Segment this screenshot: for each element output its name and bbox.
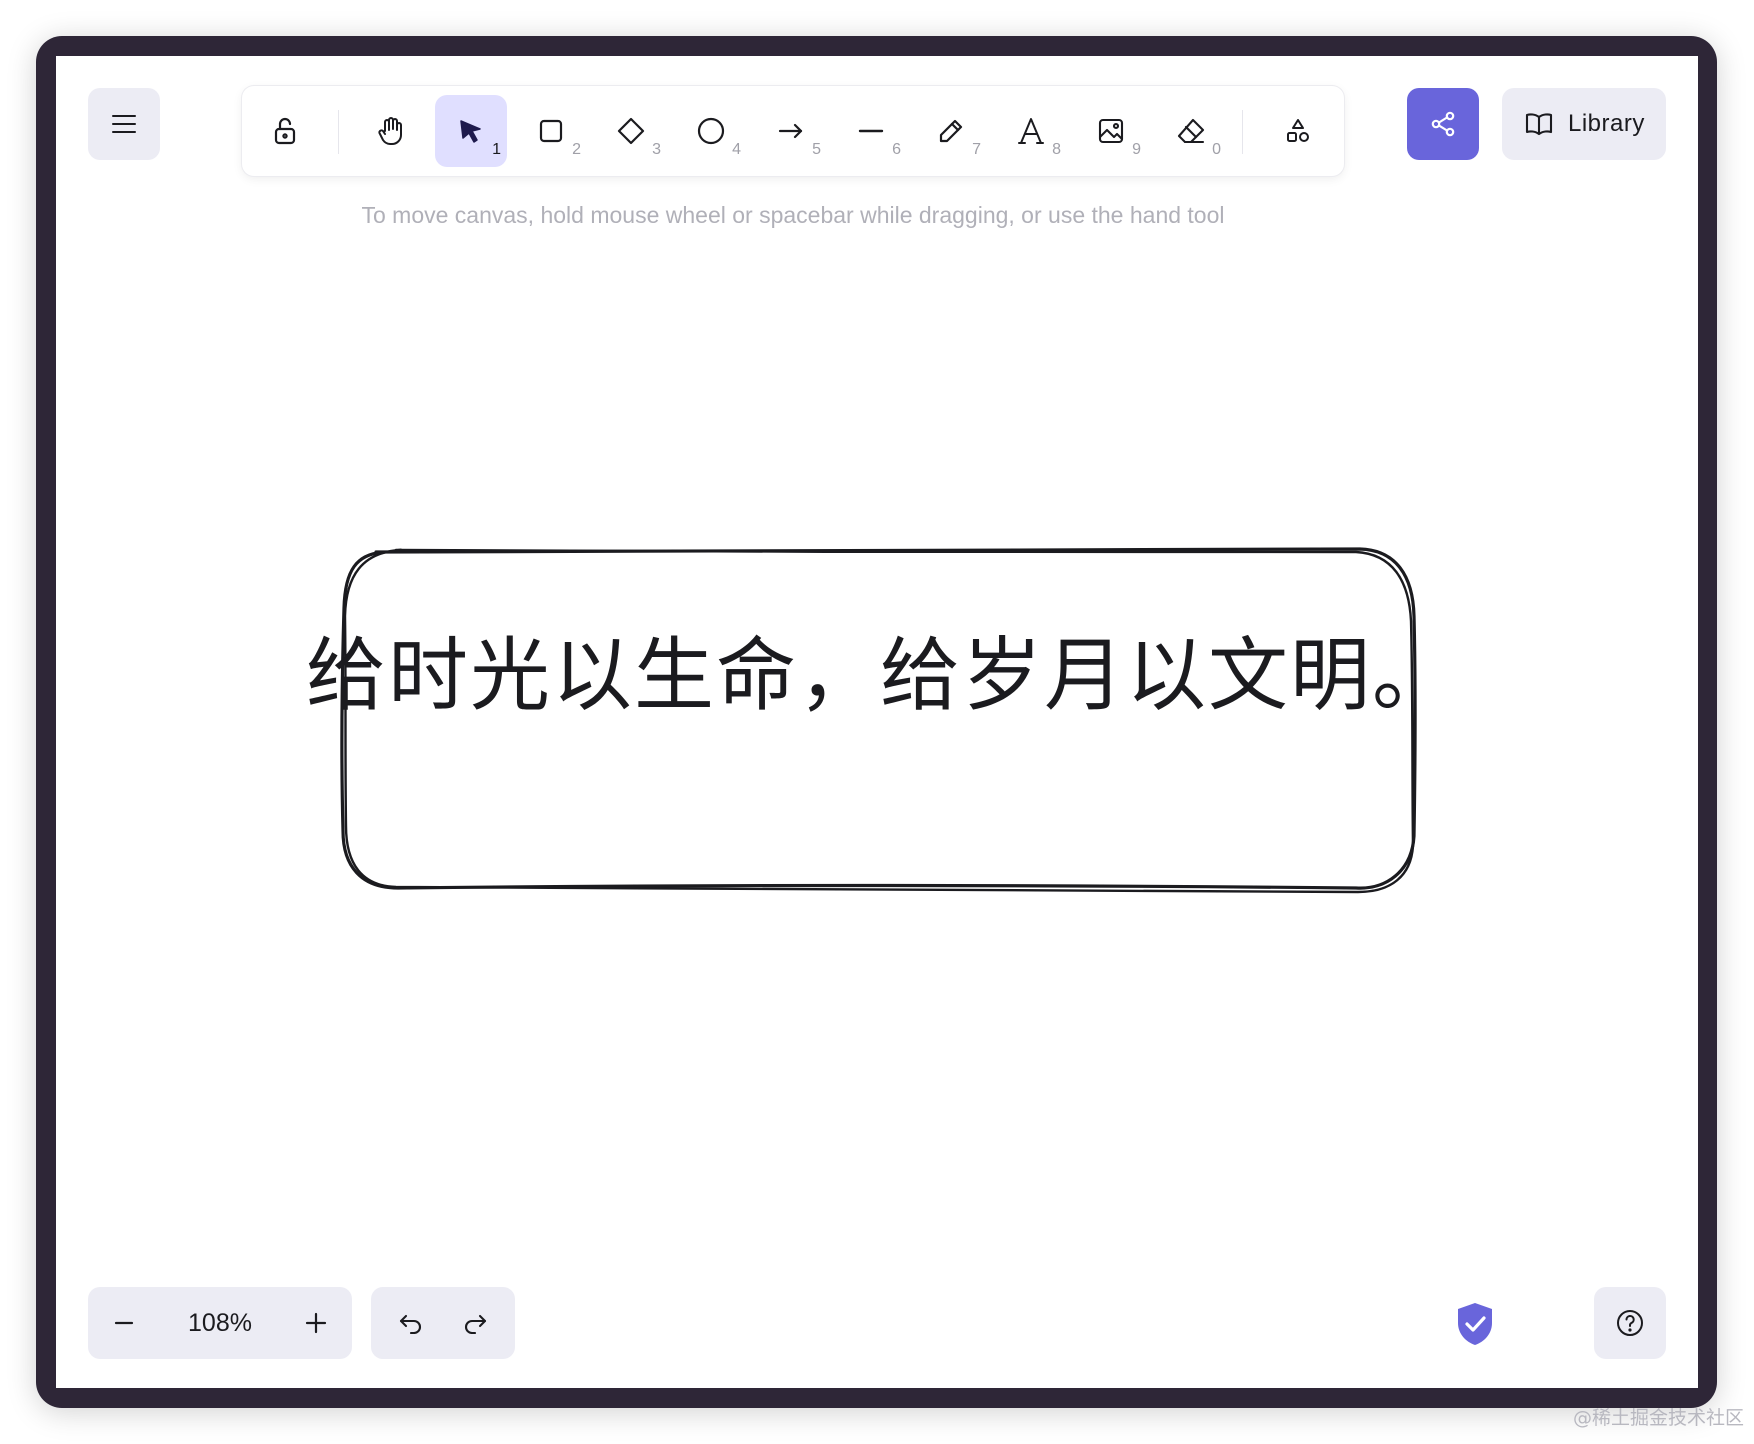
- tool-selection[interactable]: 1: [435, 95, 507, 167]
- image-icon: [1098, 118, 1124, 144]
- tool-draw[interactable]: 7: [915, 95, 987, 167]
- hand-icon: [378, 117, 402, 145]
- tool-shortcut: 1: [492, 141, 501, 158]
- zoom-level[interactable]: 108%: [188, 1309, 252, 1338]
- library-label: Library: [1568, 110, 1645, 137]
- line-icon: [858, 129, 884, 133]
- tool-eraser[interactable]: 0: [1155, 95, 1227, 167]
- tool-text[interactable]: 8: [995, 95, 1067, 167]
- main-menu-button[interactable]: [88, 88, 160, 160]
- undo-button[interactable]: [391, 1303, 431, 1343]
- tool-image[interactable]: 9: [1075, 95, 1147, 167]
- excalidraw-app: 给时光以生命，给岁月以文明。 1 2 3 4 5 6 7 8 9 0 To mo…: [56, 56, 1698, 1388]
- circle-icon: [697, 117, 725, 145]
- diamond-icon: [617, 117, 645, 145]
- watermark: @稀土掘金技术社区: [1572, 1407, 1744, 1429]
- shapes-toolbar: 1 2 3 4 5 6 7 8 9 0: [242, 86, 1344, 176]
- toolbar-separator: [338, 110, 339, 154]
- tool-line[interactable]: 6: [835, 95, 907, 167]
- hamburger-icon: [112, 115, 136, 133]
- canvas-text[interactable]: 给时光以生命，给岁月以文明。: [306, 636, 1506, 716]
- redo-button[interactable]: [455, 1303, 495, 1343]
- help-button[interactable]: [1594, 1287, 1666, 1359]
- tool-ellipse[interactable]: 4: [675, 95, 747, 167]
- tool-shortcut: 4: [732, 141, 741, 158]
- toolbar-separator: [1242, 110, 1243, 154]
- arrow-right-icon: [778, 123, 803, 139]
- minus-icon: [114, 1321, 134, 1325]
- tool-lock[interactable]: [249, 95, 321, 167]
- help-circle-icon: [1617, 1310, 1643, 1336]
- text-icon: [1018, 118, 1044, 144]
- tool-hand[interactable]: [355, 95, 427, 167]
- tool-shortcut: 5: [812, 141, 821, 158]
- history-controls: [371, 1287, 515, 1359]
- tool-shortcut: 3: [652, 141, 661, 158]
- canvas[interactable]: [56, 56, 1698, 1388]
- shapes-icon: [1287, 119, 1309, 142]
- undo-icon: [399, 1314, 422, 1334]
- tool-shortcut: 0: [1212, 141, 1221, 158]
- tool-shortcut: 6: [892, 141, 901, 158]
- tool-rectangle[interactable]: 2: [515, 95, 587, 167]
- share-button[interactable]: [1407, 88, 1479, 160]
- zoom-out-button[interactable]: [104, 1303, 144, 1343]
- redo-icon: [464, 1314, 487, 1334]
- zoom-in-button[interactable]: [296, 1303, 336, 1343]
- canvas-hint: To move canvas, hold mouse wheel or spac…: [361, 202, 1225, 228]
- pencil-icon: [939, 119, 963, 143]
- tool-shortcut: 7: [972, 141, 981, 158]
- tool-arrow[interactable]: 5: [755, 95, 827, 167]
- eraser-icon: [1177, 118, 1205, 144]
- library-button[interactable]: Library: [1502, 88, 1666, 160]
- rectangle-icon: [539, 119, 563, 143]
- plus-icon: [305, 1312, 327, 1334]
- book-icon: [1525, 113, 1553, 136]
- share-icon: [1431, 111, 1455, 137]
- tool-shortcut: 8: [1052, 141, 1061, 158]
- lock-open-icon: [274, 117, 296, 145]
- tool-more-shapes[interactable]: [1262, 95, 1334, 167]
- shield-check-icon[interactable]: [1455, 1301, 1495, 1347]
- zoom-controls: 108%: [88, 1287, 352, 1359]
- tool-shortcut: 2: [572, 141, 581, 158]
- tool-diamond[interactable]: 3: [595, 95, 667, 167]
- pointer-icon: [460, 120, 481, 143]
- tool-shortcut: 9: [1132, 141, 1141, 158]
